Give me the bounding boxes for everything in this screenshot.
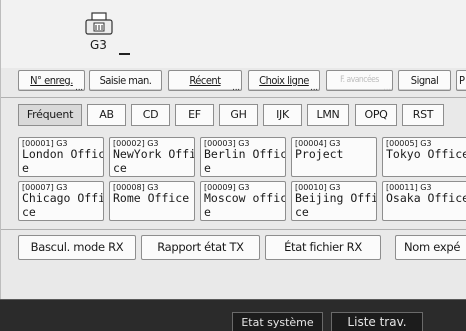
input-cursor [119, 53, 130, 55]
tab-frequent-label: Fréquent [26, 108, 74, 121]
divider [1, 229, 466, 230]
entry-name: Chicago Office [22, 191, 104, 219]
destination-entry-rome[interactable]: [00008] G3 Rome Office [109, 181, 195, 221]
registration-number-button[interactable]: N° enreg.... [18, 70, 85, 91]
rx-file-status-label: État fichier RX [284, 240, 362, 254]
recent-label: Récent [189, 74, 221, 87]
divider [1, 97, 466, 98]
destination-area: G3 [1, 0, 466, 68]
destination-entry-tokyo[interactable]: [00005] G3 Tokyo Office [382, 137, 466, 177]
recent-button[interactable]: Récent... [168, 70, 242, 91]
destination-entry-newyork[interactable]: [00002] G3 NewYork Office [109, 137, 195, 177]
job-list-label: Liste trav. [347, 315, 407, 329]
signal-label: Signal [410, 74, 439, 87]
tab-ijk-label: IJK [276, 108, 289, 121]
line-type-label: G3 [90, 38, 107, 52]
tab-opq[interactable]: OPQ [355, 104, 397, 126]
tab-gh[interactable]: GH [219, 104, 258, 126]
manual-entry-label: Saisie man. [99, 74, 152, 87]
entry-name: Osaka Office [386, 191, 466, 205]
destination-entry-london[interactable]: [00001] G3 London Office [18, 137, 104, 177]
destination-entry-osaka[interactable]: [00011] G3 Osaka Office [382, 181, 466, 221]
tab-frequent[interactable]: Fréquent [18, 104, 82, 126]
tab-rst[interactable]: RST [402, 104, 444, 126]
entry-name: Rome Office [113, 191, 190, 205]
entry-name: NewYork Office [113, 147, 195, 175]
tab-cd-label: CD [142, 108, 159, 121]
overflow-button[interactable]: P [456, 70, 466, 91]
tab-rst-label: RST [412, 108, 434, 121]
destination-entry-beijing[interactable]: [00010] G3 Beijing Office [291, 181, 377, 221]
rx-mode-switch-button[interactable]: Bascul. mode RX [18, 235, 136, 260]
sender-name-button[interactable]: Nom expé [395, 235, 466, 260]
advanced-features-label: F. avancées [340, 75, 379, 85]
fax-screen: G3 N° enreg.... Saisie man. Récent... Ch… [0, 0, 466, 299]
entry-name: Tokyo Office [386, 147, 466, 161]
system-status-button[interactable]: Etat système [232, 312, 323, 331]
system-status-label: Etat système [241, 316, 314, 329]
sender-name-label: Nom expé [404, 240, 461, 254]
tab-ijk[interactable]: IJK [263, 104, 302, 126]
destination-entry-berlin[interactable]: [00003] G3 Berlin Office [200, 137, 286, 177]
rx-file-status-button[interactable]: État fichier RX [265, 235, 381, 260]
overflow-label: P [459, 74, 465, 87]
entry-name: Beijing Office [295, 191, 377, 219]
advanced-features-button[interactable]: F. avancées... [326, 70, 393, 91]
fax-machine-icon [84, 12, 114, 36]
manual-entry-button[interactable]: Saisie man. [89, 70, 162, 91]
destination-entry-project[interactable]: [00004] G3 Project [291, 137, 377, 177]
destination-entry-chicago[interactable]: [00007] G3 Chicago Office [18, 181, 104, 221]
status-bar: Etat système Liste trav. [0, 299, 466, 331]
tab-lmn[interactable]: LMN [307, 104, 349, 126]
line-select-button[interactable]: Choix ligne... [248, 70, 320, 91]
entry-name: Moscow office [204, 191, 286, 219]
entry-name: London Office [22, 147, 104, 175]
tab-gh-label: GH [230, 108, 247, 121]
rx-mode-switch-label: Bascul. mode RX [30, 240, 124, 254]
tab-ab-label: AB [99, 108, 114, 121]
tab-ef-label: EF [188, 108, 201, 121]
tab-ab[interactable]: AB [87, 104, 126, 126]
signal-button[interactable]: Signal [398, 70, 451, 91]
entry-name: Project [295, 147, 344, 161]
tx-status-report-button[interactable]: Rapport état TX [141, 235, 260, 260]
destination-entry-moscow[interactable]: [00009] G3 Moscow office [200, 181, 286, 221]
tab-opq-label: OPQ [364, 108, 388, 121]
tab-ef[interactable]: EF [175, 104, 214, 126]
job-list-button[interactable]: Liste trav. [331, 312, 423, 331]
line-select-label: Choix ligne [259, 74, 309, 87]
tab-cd[interactable]: CD [131, 104, 170, 126]
tx-status-report-label: Rapport état TX [157, 240, 244, 254]
tab-lmn-label: LMN [316, 108, 340, 121]
registration-number-label: N° enreg. [30, 74, 73, 87]
entry-name: Berlin Office [204, 147, 286, 175]
